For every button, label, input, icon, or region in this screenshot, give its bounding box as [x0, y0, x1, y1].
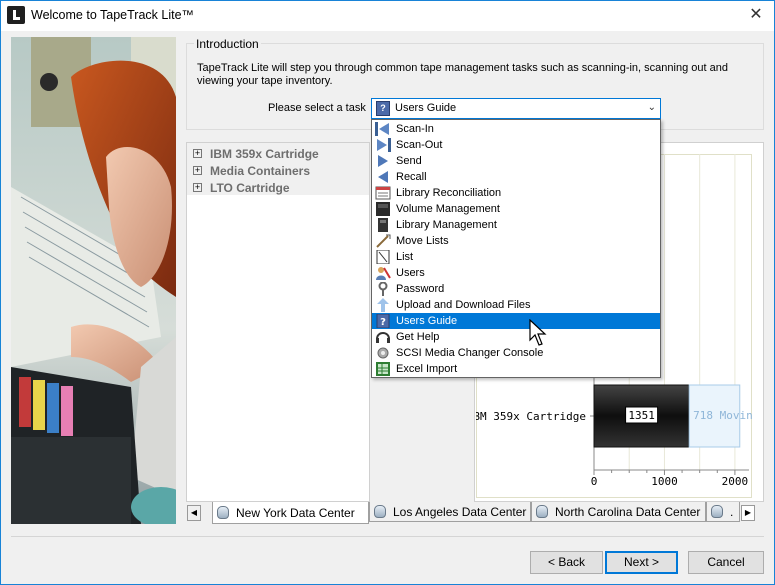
tab-scroll-left-button[interactable]: ◀: [187, 505, 201, 521]
task-menu-item[interactable]: List: [372, 249, 660, 265]
task-menu-item[interactable]: Scan-In: [372, 121, 660, 137]
chart-data-label: 718 Moving: [693, 409, 752, 422]
task-menu-item[interactable]: Password: [372, 281, 660, 297]
task-menu-item-label: Library Reconciliation: [396, 187, 502, 199]
task-menu-item-label: Password: [396, 283, 445, 295]
task-menu-item-label: Upload and Download Files: [396, 299, 531, 311]
tree-item-label: LTO Cartridge: [210, 180, 290, 195]
library-reconciliation-icon: [375, 186, 391, 200]
task-menu-item-label: SCSI Media Changer Console: [396, 347, 544, 359]
tab-overflow[interactable]: .: [706, 502, 740, 522]
task-select-label: Please select a task: [268, 102, 366, 114]
task-menu-item-label: Get Help: [396, 331, 440, 343]
expand-icon[interactable]: +: [193, 149, 202, 158]
task-menu-item-label: Scan-Out: [396, 139, 443, 151]
introduction-text: TapeTrack Lite will step you through com…: [197, 62, 728, 87]
data-center-icon: [711, 505, 723, 518]
task-menu-item[interactable]: Get Help: [372, 329, 660, 345]
tree-item-media-containers[interactable]: + Media Containers: [193, 162, 310, 179]
volume-management-icon: [375, 202, 391, 216]
users-guide-icon: ?: [376, 101, 390, 116]
users-guide-icon: ?: [375, 314, 391, 328]
footer-divider: [11, 536, 764, 537]
tab-label: Los Angeles Data Center: [393, 504, 527, 519]
task-menu-item-label: List: [396, 251, 414, 263]
task-menu-item-label: Recall: [396, 171, 427, 183]
next-button[interactable]: Next >: [605, 551, 678, 574]
media-tree[interactable]: + IBM 359x Cartridge + Media Containers …: [186, 142, 370, 502]
task-menu-item-label: Excel Import: [396, 363, 458, 375]
close-button[interactable]: ✕: [742, 2, 770, 28]
list-icon: [375, 250, 391, 264]
tab-los-angeles[interactable]: Los Angeles Data Center: [369, 502, 531, 522]
expand-icon[interactable]: +: [193, 183, 202, 192]
data-center-icon: [374, 505, 386, 518]
back-button[interactable]: < Back: [530, 551, 603, 574]
task-menu-item[interactable]: Volume Management: [372, 201, 660, 217]
task-menu-item-label: Users: [396, 267, 425, 279]
cancel-button[interactable]: Cancel: [688, 551, 764, 574]
password-icon: [375, 282, 391, 296]
scsi-console-icon: [375, 346, 391, 360]
mouse-cursor-icon: [529, 319, 547, 346]
task-select-dropdown[interactable]: ? Users Guide ⌄: [371, 98, 661, 119]
task-menu-item[interactable]: Excel Import: [372, 361, 660, 377]
task-menu-item[interactable]: Library Reconciliation: [372, 185, 660, 201]
task-menu-item[interactable]: Users: [372, 265, 660, 281]
task-dropdown-list[interactable]: Scan-In Scan-Out Send Recall Library Reconci…: [371, 119, 661, 378]
send-icon: [375, 154, 391, 168]
task-menu-item-label: Volume Management: [396, 203, 500, 215]
scan-in-icon: [375, 122, 391, 136]
task-menu-item-label: Move Lists: [396, 235, 449, 247]
task-menu-item[interactable]: ? Users Guide: [372, 313, 660, 329]
task-menu-item-label: Library Management: [396, 219, 497, 231]
task-select-value: Users Guide: [395, 102, 457, 114]
tab-label: .: [730, 504, 734, 519]
chart-data-label: 1351: [628, 409, 655, 422]
illustration-image: [11, 37, 176, 524]
chevron-down-icon[interactable]: ⌄: [648, 102, 656, 113]
introduction-legend: Introduction: [194, 37, 261, 51]
tab-new-york[interactable]: New York Data Center: [212, 502, 369, 524]
task-menu-item[interactable]: SCSI Media Changer Console: [372, 345, 660, 361]
task-menu-item[interactable]: Send: [372, 153, 660, 169]
tree-item-lto[interactable]: + LTO Cartridge: [193, 179, 290, 196]
svg-text:?: ?: [380, 317, 386, 328]
task-menu-item[interactable]: Move Lists: [372, 233, 660, 249]
task-menu-item[interactable]: Upload and Download Files: [372, 297, 660, 313]
task-menu-item-label: Users Guide: [396, 315, 458, 327]
tapetrack-app-icon: [7, 6, 25, 24]
get-help-icon: [375, 330, 391, 344]
upload-download-icon: [375, 298, 391, 312]
chart-x-tick-label: 1000: [651, 475, 678, 488]
task-menu-item[interactable]: Library Management: [372, 217, 660, 233]
move-lists-icon: [375, 234, 391, 248]
tree-item-ibm-359x[interactable]: + IBM 359x Cartridge: [193, 145, 319, 162]
tab-label: North Carolina Data Center: [555, 504, 701, 519]
tab-north-carolina[interactable]: North Carolina Data Center: [531, 502, 706, 522]
recall-icon: [375, 170, 391, 184]
tab-scroll-right-button[interactable]: ▶: [741, 505, 755, 521]
tree-item-label: IBM 359x Cartridge: [210, 146, 319, 161]
excel-import-icon: [375, 362, 391, 376]
scan-out-icon: [375, 138, 391, 152]
data-center-icon: [536, 505, 548, 518]
task-menu-item-label: Send: [396, 155, 422, 167]
title-bar: Welcome to TapeTrack Lite™ ✕: [1, 1, 774, 31]
tab-label: New York Data Center: [236, 505, 355, 520]
expand-icon[interactable]: +: [193, 166, 202, 175]
task-menu-item-label: Scan-In: [396, 123, 434, 135]
task-menu-item[interactable]: Recall: [372, 169, 660, 185]
users-icon: [375, 266, 391, 280]
tree-item-label: Media Containers: [210, 163, 311, 178]
chart-category-label: IBM 359x Cartridge: [476, 410, 586, 423]
task-menu-item[interactable]: Scan-Out: [372, 137, 660, 153]
chart-x-tick-label: 2000: [722, 475, 749, 488]
library-management-icon: [375, 218, 391, 232]
data-center-icon: [217, 506, 229, 519]
wizard-side-illustration: [11, 37, 176, 524]
chart-x-tick-label: 0: [591, 475, 598, 488]
window-title: Welcome to TapeTrack Lite™: [31, 8, 195, 22]
